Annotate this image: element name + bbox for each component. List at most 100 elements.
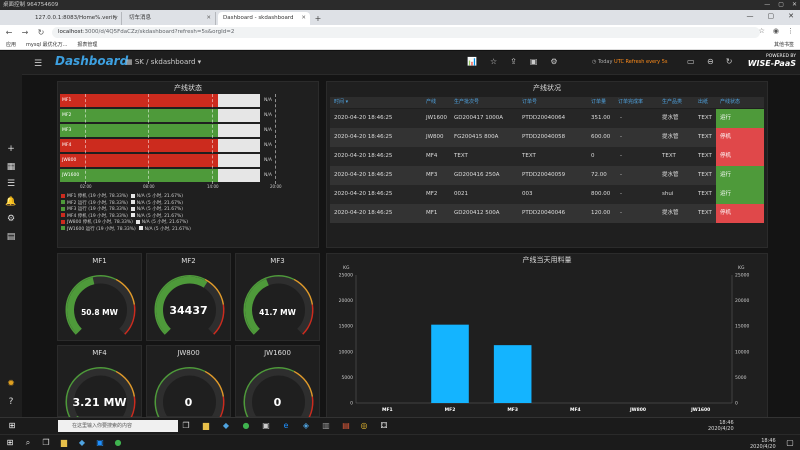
browser-tab[interactable]: 切车消息 ✕ bbox=[124, 12, 216, 25]
wechat-icon[interactable]: ● bbox=[240, 420, 252, 432]
app-icon[interactable]: ◈ bbox=[300, 420, 312, 432]
add-panel-icon[interactable]: 📊 bbox=[467, 57, 477, 66]
table-row[interactable]: 2020-04-20 18:46:25 MF1 GD200412 500A PTDD2… bbox=[330, 204, 764, 223]
th-order[interactable]: 订单号 bbox=[522, 97, 537, 108]
remote-close-button[interactable]: ✕ bbox=[792, 0, 797, 10]
edge-icon[interactable]: e bbox=[280, 420, 292, 432]
plus-icon[interactable]: + bbox=[5, 143, 17, 155]
hamburger-menu-icon[interactable]: ☰ bbox=[34, 59, 42, 69]
gauge-card[interactable]: JW800 0 bbox=[146, 345, 231, 427]
tv-mode-icon[interactable]: ▭ bbox=[687, 57, 695, 66]
table-row[interactable]: 2020-04-20 18:46:25 MF3 GD200416 250A PTDD2… bbox=[330, 166, 764, 185]
minimize-icon[interactable]: — bbox=[747, 12, 754, 20]
browser-tab[interactable]: 127.0.0.1:8083/Home%.verify ✕ bbox=[30, 12, 122, 25]
status-bar-row[interactable]: MF1 N/A bbox=[60, 94, 272, 107]
status-badge: 运行 bbox=[716, 109, 764, 128]
bookmark-other[interactable]: 其他书签 bbox=[774, 40, 794, 50]
gauge-card[interactable]: MF4 3.21 MW bbox=[57, 345, 142, 427]
app-icon[interactable]: ▣ bbox=[260, 420, 272, 432]
refresh-icon[interactable]: ↻ bbox=[726, 57, 733, 66]
user-avatar-icon[interactable]: ✹ bbox=[5, 378, 17, 390]
url-input[interactable]: localhost:3000/d/4Q5FdaCZz/skdashboard?r… bbox=[52, 27, 760, 38]
th-status[interactable]: 产线状态 bbox=[720, 97, 740, 108]
help-icon[interactable]: ? bbox=[5, 396, 17, 408]
status-grid-line bbox=[85, 94, 86, 184]
zoom-out-icon[interactable]: ⊖ bbox=[707, 57, 714, 66]
status-bar-row[interactable]: MF3 N/A bbox=[60, 124, 272, 137]
browser-tab-active[interactable]: Dashboard - skdashboard ✕ bbox=[218, 12, 310, 25]
th-product[interactable]: 生产品类 bbox=[662, 97, 682, 108]
clock-upper[interactable]: 18:46 2020/4/20 bbox=[708, 420, 734, 432]
share-icon[interactable]: ⇪ bbox=[510, 57, 517, 66]
table-row[interactable]: 2020-04-20 18:46:25 JW1600 GD200417 1000A P… bbox=[330, 109, 764, 128]
task-view-icon[interactable]: ❐ bbox=[40, 437, 52, 449]
th-out[interactable]: 出纸 bbox=[698, 97, 708, 108]
gauge-card[interactable]: JW1600 0 bbox=[235, 345, 320, 427]
bookmark-mysql[interactable]: mysql 最优化万... bbox=[26, 41, 67, 48]
status-bar-row[interactable]: JW1600 N/A bbox=[60, 169, 272, 182]
dashboard-picker[interactable]: ▦ SK / skdashboard ▾ bbox=[126, 58, 201, 66]
table-row[interactable]: 2020-04-20 18:46:25 MF4 TEXT TEXT 0 - TEXT TEXT… bbox=[330, 147, 764, 166]
menu-dots-icon[interactable]: ⋮ bbox=[787, 27, 794, 35]
settings-icon[interactable]: ⚙ bbox=[550, 57, 557, 66]
th-time[interactable]: 时间 ▾ bbox=[334, 97, 348, 108]
status-bar-row[interactable]: MF4 N/A bbox=[60, 139, 272, 152]
bookmark-star-icon[interactable]: ☆ bbox=[759, 27, 765, 35]
th-batch[interactable]: 生产批次号 bbox=[454, 97, 479, 108]
file-explorer-icon[interactable]: ▆ bbox=[58, 437, 70, 449]
time-picker[interactable]: ◷ Today UTC Refresh every 5s bbox=[592, 59, 668, 65]
th-rate[interactable]: 订单完成率 bbox=[618, 97, 643, 108]
bookmark-apps[interactable]: 应用 bbox=[6, 41, 16, 48]
forward-icon[interactable]: → bbox=[20, 28, 30, 37]
th-qty[interactable]: 订单量 bbox=[591, 97, 606, 108]
file-explorer-icon[interactable]: ▆ bbox=[200, 420, 212, 432]
search-icon[interactable]: ⌕ bbox=[22, 437, 34, 449]
app-icon[interactable]: ▤ bbox=[340, 420, 352, 432]
status-bar-label: MF4 bbox=[62, 143, 72, 148]
windows-start-icon[interactable]: ⊞ bbox=[4, 437, 16, 449]
gauge-card[interactable]: MF3 41.7 MW bbox=[235, 253, 320, 341]
close-tab-icon[interactable]: ✕ bbox=[301, 12, 306, 25]
app-icon[interactable]: ▣ bbox=[94, 437, 106, 449]
remote-minimize-button[interactable]: — bbox=[764, 0, 770, 10]
clock[interactable]: 18:46 2020/4/20 bbox=[750, 438, 776, 450]
app-icon[interactable]: ▥ bbox=[320, 420, 332, 432]
app-icon[interactable]: ◆ bbox=[220, 420, 232, 432]
table-row[interactable]: 2020-04-20 18:46:25 JW800 FG200415 800A PTD… bbox=[330, 128, 764, 147]
app-logo[interactable]: Dashboard bbox=[55, 54, 128, 68]
bookmark-report[interactable]: 报表管理 bbox=[77, 41, 97, 48]
app-icon[interactable]: ⚃ bbox=[378, 420, 390, 432]
profile-icon[interactable]: ◉ bbox=[773, 27, 779, 35]
status-bar-row[interactable]: JW800 N/A bbox=[60, 154, 272, 167]
star-icon[interactable]: ☆ bbox=[490, 57, 497, 66]
close-tab-icon[interactable]: ✕ bbox=[206, 12, 211, 25]
dashboards-icon[interactable]: ▦ bbox=[5, 161, 17, 173]
save-icon[interactable]: ▣ bbox=[530, 57, 538, 66]
th-line[interactable]: 产线 bbox=[426, 97, 436, 108]
task-view-icon[interactable]: ❐ bbox=[180, 420, 192, 432]
status-bar-row[interactable]: MF2 N/A bbox=[60, 109, 272, 122]
taskbar-search-input[interactable]: 在这里输入你要搜索的内容 bbox=[58, 420, 178, 432]
alert-bell-icon[interactable]: 🔔 bbox=[5, 196, 17, 208]
close-tab-icon[interactable]: ✕ bbox=[112, 12, 117, 25]
chrome-icon[interactable]: ◎ bbox=[358, 420, 370, 432]
windows-start-icon[interactable]: ⊞ bbox=[6, 420, 18, 432]
notifications-icon[interactable]: ▢ bbox=[784, 437, 796, 449]
close-icon[interactable]: ✕ bbox=[788, 12, 794, 20]
table-row[interactable]: 2020-04-20 18:46:25 MF2 0021 003 800.00 - shui… bbox=[330, 185, 764, 204]
gauge-card[interactable]: MF2 34437 bbox=[146, 253, 231, 341]
gauge-card[interactable]: MF1 50.8 MW bbox=[57, 253, 142, 341]
back-icon[interactable]: ← bbox=[4, 28, 14, 37]
maximize-icon[interactable]: ▢ bbox=[768, 12, 775, 20]
cell-batch: TEXT bbox=[454, 153, 468, 159]
wechat-icon[interactable]: ● bbox=[112, 437, 124, 449]
document-icon[interactable]: ▤ bbox=[5, 231, 17, 243]
new-tab-button[interactable]: + bbox=[312, 12, 324, 25]
reload-icon[interactable]: ↻ bbox=[36, 28, 46, 37]
explore-icon[interactable]: ☰ bbox=[5, 178, 17, 190]
app-icon[interactable]: ◆ bbox=[76, 437, 88, 449]
remote-maximize-button[interactable]: ▢ bbox=[778, 0, 784, 10]
gauge-title: MF4 bbox=[92, 349, 107, 357]
gear-icon[interactable]: ⚙ bbox=[5, 213, 17, 225]
status-bar-fill bbox=[60, 94, 218, 107]
